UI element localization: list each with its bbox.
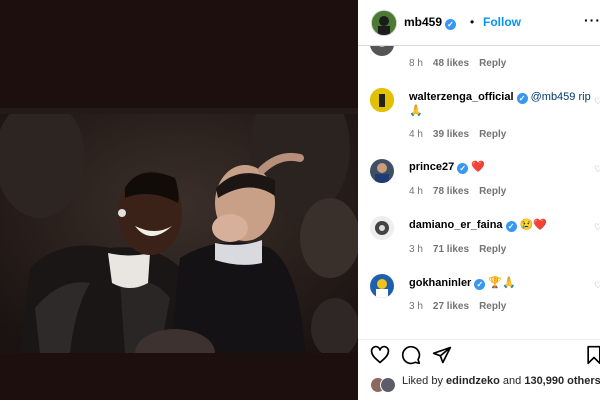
comment-like-icon[interactable]: ♡ [594, 222, 600, 233]
comment-likes[interactable]: 39 likes [433, 129, 469, 140]
comment-time: 4 h [409, 186, 423, 197]
comment-likes[interactable]: 27 likes [433, 301, 469, 312]
liked-by-line: Liked by edindzeko and 130,990 others [402, 375, 600, 387]
comment-avatar[interactable] [370, 46, 394, 56]
comment-like-icon[interactable]: ♡ [594, 280, 600, 291]
liked-by-others[interactable]: 130,990 others [524, 375, 600, 387]
comment-username-text[interactable]: gokhaninler [409, 277, 471, 289]
comment-time: 3 h [409, 301, 423, 312]
comment-username[interactable]: damiano_er_faina ✓ 😢❤️ [409, 218, 547, 232]
post-side-panel: mb459 ✓ • Follow ··· 8 h 48 likes Reply wal… [358, 0, 600, 400]
comment-time: 8 h [409, 58, 423, 69]
comment-likes[interactable]: 48 likes [433, 58, 469, 69]
comment-avatar[interactable] [370, 159, 394, 183]
comment-like-icon[interactable]: ♡ [594, 96, 600, 107]
comment-username-text[interactable]: prince27 [409, 161, 454, 173]
comment-text: 😢❤️ [519, 219, 548, 231]
comment-username-text[interactable]: walterzenga_official [409, 91, 514, 103]
author-avatar[interactable] [371, 10, 397, 36]
liked-by-prefix: Liked by [402, 375, 443, 387]
share-icon[interactable] [432, 345, 452, 365]
comment-like-icon[interactable]: ♡ [594, 164, 600, 175]
verified-icon: ✓ [457, 163, 469, 174]
post-actions-bar [358, 340, 600, 370]
follow-button[interactable]: Follow [483, 15, 521, 29]
comment-reply-button[interactable]: Reply [479, 129, 506, 140]
verified-icon: ✓ [505, 221, 517, 232]
comment-meta: 3 h 27 likes Reply [409, 301, 516, 312]
comment-meta: 4 h 78 likes Reply [409, 186, 516, 197]
comment-avatar[interactable] [370, 216, 394, 240]
comment-reply-button[interactable]: Reply [479, 186, 506, 197]
comment-text: 🏆🙏 [488, 277, 516, 289]
comment-time: 4 h [409, 129, 423, 140]
liked-by-avatar[interactable] [380, 377, 396, 393]
post-media-area [0, 0, 358, 400]
liked-by-conjunction: and [502, 375, 522, 387]
comment-reply-button[interactable]: Reply [479, 301, 506, 312]
header-separator: • [470, 15, 475, 29]
comment-likes[interactable]: 71 likes [433, 244, 469, 255]
verified-icon: ✓ [516, 93, 528, 104]
heart-icon[interactable] [370, 345, 390, 365]
comment-username[interactable]: prince27 ✓ ❤️ [409, 160, 485, 174]
verified-icon: ✓ [445, 19, 457, 30]
comment-reply-button[interactable]: Reply [479, 58, 506, 69]
verified-icon: ✓ [474, 279, 486, 290]
more-options-icon[interactable]: ··· [584, 12, 600, 28]
bookmark-icon[interactable] [584, 345, 600, 365]
comment-likes[interactable]: 78 likes [433, 186, 469, 197]
comment-meta: 4 h 39 likes Reply [409, 129, 516, 140]
post-photo [0, 108, 358, 353]
comment-username-text[interactable]: damiano_er_faina [409, 219, 503, 231]
comments-list[interactable]: 8 h 48 likes Reply walterzenga_official ✓ @… [358, 46, 600, 339]
comment-meta: 8 h 48 likes Reply [409, 58, 516, 69]
comment-meta: 3 h 71 likes Reply [409, 244, 516, 255]
comment-avatar[interactable] [370, 88, 394, 112]
comment-username[interactable]: gokhaninler ✓ 🏆🙏 [409, 276, 516, 290]
comment-icon[interactable] [401, 345, 421, 365]
comment-avatar[interactable] [370, 274, 394, 298]
author-username-text[interactable]: mb459 [404, 15, 442, 29]
comment-username[interactable]: walterzenga_official ✓ @mb459 rip 🙏 [409, 91, 600, 117]
post-header: mb459 ✓ • Follow ··· [358, 0, 600, 46]
author-username[interactable]: mb459 ✓ [404, 15, 457, 30]
comment-reply-button[interactable]: Reply [479, 244, 506, 255]
liked-by-user[interactable]: edindzeko [446, 375, 500, 387]
comment-text: ❤️ [471, 161, 486, 173]
comment-time: 3 h [409, 244, 423, 255]
